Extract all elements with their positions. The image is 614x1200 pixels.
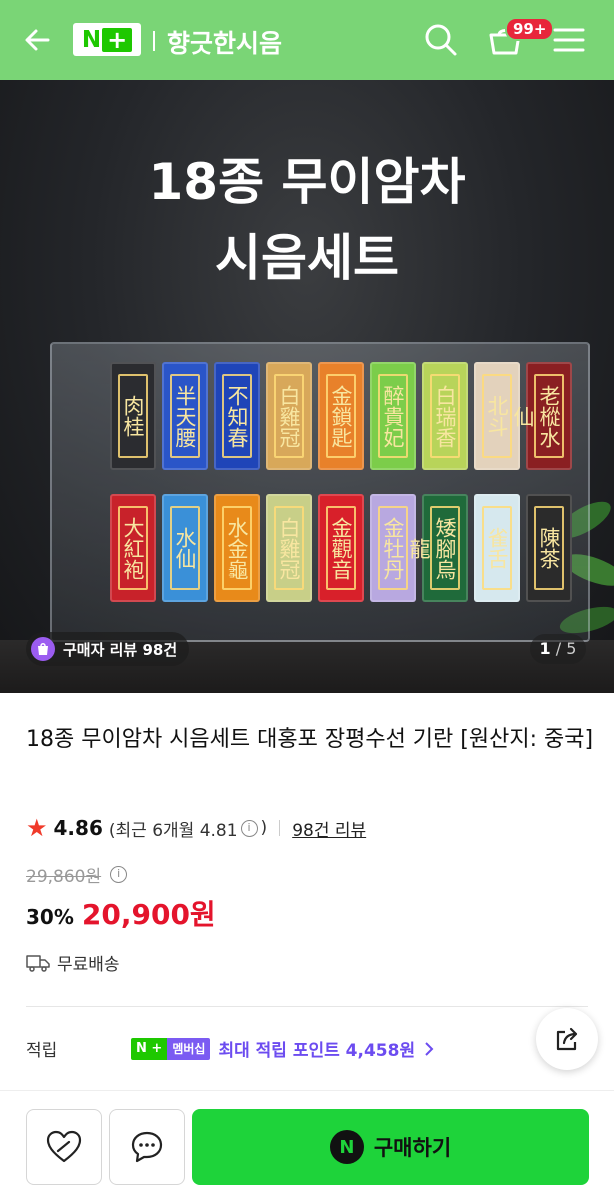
discount-rate: 30% xyxy=(26,905,74,929)
tea-packet: 雀舌 xyxy=(474,494,520,602)
tea-packet: 大紅袍 xyxy=(110,494,156,602)
tea-packet-label: 矮腳烏龍 xyxy=(407,506,460,590)
bottom-action-bar: N 구매하기 xyxy=(0,1090,614,1200)
talk-chat-button[interactable] xyxy=(109,1109,185,1185)
logo-n: N xyxy=(81,26,101,53)
tea-packet: 醉貴妃 xyxy=(370,362,416,470)
hero-title-line2: 시음세트 xyxy=(215,229,399,287)
buyer-review-pill[interactable]: 구매자 리뷰 98건 xyxy=(26,632,190,666)
back-arrow-icon[interactable] xyxy=(20,22,56,58)
max-points-text: 최대 적립 포인트 4,458원 xyxy=(218,1041,416,1061)
tea-packet-label: 水仙 xyxy=(170,506,200,590)
product-image-carousel[interactable]: 18종 무이암차 시음세트 肉桂 半天腰 不知春 白雞冠 金鎖匙 醉貴妃 白瑞香 北斗 老樅水仙… xyxy=(0,80,614,693)
recent-rating-close: ) xyxy=(260,818,268,838)
tea-packet-label: 金鎖匙 xyxy=(326,374,356,458)
tea-packet: 不知春 xyxy=(214,362,260,470)
sale-price: 20,900원 xyxy=(81,898,216,931)
tea-packet: 老樅水仙 xyxy=(511,362,572,470)
chat-bubble-icon xyxy=(131,1131,163,1163)
tea-packet: 白雞冠 xyxy=(266,362,312,470)
tea-packet: 矮腳烏龍 xyxy=(407,494,468,602)
price-info-icon[interactable]: i xyxy=(110,866,128,883)
tea-packet-label: 白瑞香 xyxy=(430,374,460,458)
tea-packet-label: 半天腰 xyxy=(170,374,200,458)
share-icon xyxy=(556,1027,578,1051)
store-name[interactable]: 향긋한시음 xyxy=(167,24,282,60)
recent-rating: (최근 6개월 4.81 xyxy=(108,820,238,841)
tea-packet-label: 雀舌 xyxy=(482,506,512,590)
review-count-link[interactable]: 98건 리뷰 xyxy=(292,816,366,841)
share-button[interactable] xyxy=(536,1008,598,1070)
tea-packet: 白瑞香 xyxy=(422,362,468,470)
tea-packet-label: 肉桂 xyxy=(118,374,148,458)
truck-icon xyxy=(26,954,50,972)
sale-price-row: 30% 20,900원 xyxy=(26,893,216,933)
wishlist-button[interactable] xyxy=(26,1109,102,1185)
tea-packet-label: 水金龜 xyxy=(222,506,252,590)
original-price-row: 29,860원 i xyxy=(26,862,130,887)
product-title: 18종 무이암차 시음세트 대홍포 장평수선 기란 [원산지: 중국] xyxy=(26,727,594,752)
header-divider xyxy=(153,31,155,51)
tea-packet: 陳茶 xyxy=(526,494,572,602)
tea-packet-label: 醉貴妃 xyxy=(378,374,408,458)
tea-packet: 金鎖匙 xyxy=(318,362,364,470)
chevron-right-icon xyxy=(425,1041,434,1056)
tea-packet: 水仙 xyxy=(162,494,208,602)
image-pager: 1 / 5 xyxy=(530,634,586,664)
naver-pay-n-icon: N xyxy=(329,1130,364,1164)
pager-current: 1 xyxy=(539,639,551,658)
tea-packet: 半天腰 xyxy=(162,362,208,470)
buy-now-button[interactable]: N 구매하기 xyxy=(192,1109,589,1185)
divider xyxy=(279,820,281,836)
section-divider xyxy=(26,1006,588,1007)
tea-packet-label: 白雞冠 xyxy=(274,374,304,458)
tea-packet: 白雞冠 xyxy=(266,494,312,602)
star-icon: ★ xyxy=(26,814,48,842)
naver-plus-logo[interactable]: N + xyxy=(73,23,141,56)
tea-packet: 水金龜 xyxy=(214,494,260,602)
tea-sample-box: 肉桂 半天腰 不知春 白雞冠 金鎖匙 醉貴妃 白瑞香 北斗 老樅水仙 大紅袍 水仙 水金龜 白雞冠 金觀… xyxy=(50,342,590,642)
tea-packet: 肉桂 xyxy=(110,362,156,470)
tea-packet-label: 大紅袍 xyxy=(118,506,148,590)
review-photo-icon xyxy=(31,637,55,661)
tea-packet-label: 北斗 xyxy=(482,374,512,458)
shipping-row: 무료배송 xyxy=(26,950,120,975)
tea-packet-label: 不知春 xyxy=(222,374,252,458)
points-label: 적립 xyxy=(26,1041,58,1061)
review-pill-label: 구매자 리뷰 98건 xyxy=(63,640,178,659)
rating-row: ★ 4.86 (최근 6개월 4.81 i ) 98건 리뷰 xyxy=(26,814,366,842)
membership-badge-logo: N + xyxy=(131,1037,168,1060)
tea-packet-label: 金觀音 xyxy=(326,506,356,590)
hero-title-line1: 18종 무이암차 xyxy=(148,153,466,211)
tea-packet-label: 老樅水仙 xyxy=(511,374,564,458)
tea-packet: 金觀音 xyxy=(318,494,364,602)
menu-icon[interactable] xyxy=(551,22,587,58)
points-row[interactable]: 적립 N + 멤버십 최대 적립 포인트 4,458원 xyxy=(26,1036,437,1061)
search-icon[interactable] xyxy=(423,22,459,58)
shipping-text: 무료배송 xyxy=(57,955,120,975)
tea-packet-label: 金牡丹 xyxy=(378,506,408,590)
tea-packet-label: 白雞冠 xyxy=(274,506,304,590)
tea-packet-label: 陳茶 xyxy=(534,506,564,590)
info-icon[interactable]: i xyxy=(240,819,258,837)
membership-badge-text: 멤버십 xyxy=(167,1037,211,1060)
logo-plus: + xyxy=(102,27,133,52)
heart-icon xyxy=(46,1130,82,1163)
cart-count-badge: 99+ xyxy=(505,17,555,41)
pager-total: / 5 xyxy=(555,639,577,658)
rating-score: 4.86 xyxy=(53,816,103,840)
naver-plus-membership-badge: N + 멤버십 xyxy=(131,1037,211,1060)
top-app-bar: N + 향긋한시음 99+ xyxy=(0,0,614,80)
buy-now-label: 구매하기 xyxy=(373,1136,452,1160)
original-price: 29,860원 xyxy=(26,867,102,887)
